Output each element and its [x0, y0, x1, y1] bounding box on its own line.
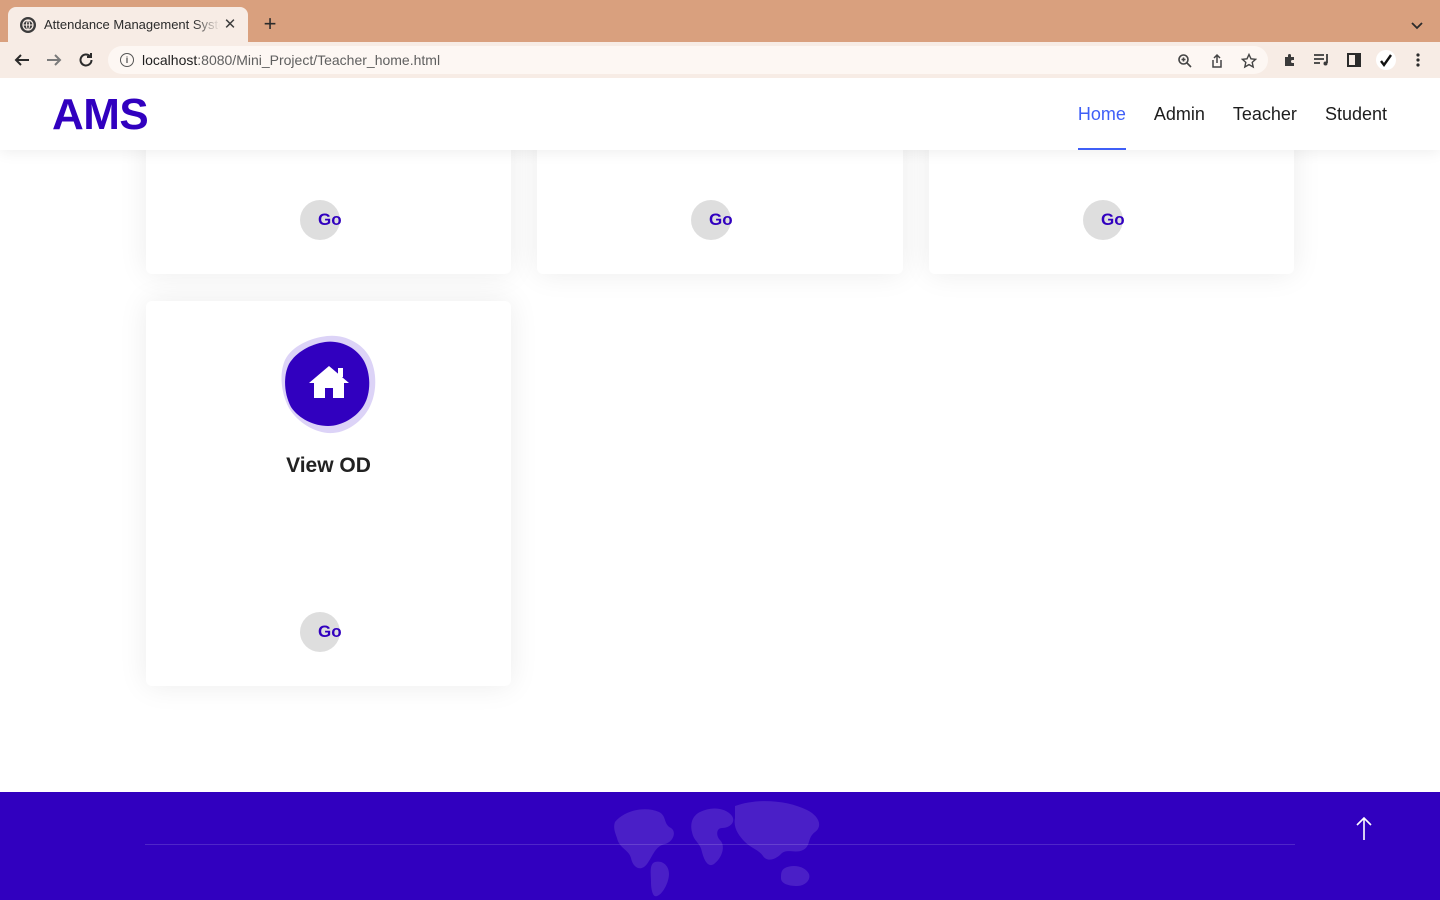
house-icon: [279, 334, 379, 434]
go-button[interactable]: Go: [691, 200, 733, 240]
nav-student[interactable]: Student: [1325, 78, 1387, 150]
side-panel-icon[interactable]: [1345, 51, 1363, 69]
globe-icon: [20, 16, 36, 33]
chevron-down-icon[interactable]: [1406, 14, 1428, 36]
footer-divider: [145, 844, 1295, 845]
close-tab-icon[interactable]: ✕: [222, 17, 238, 33]
go-button[interactable]: Go: [300, 612, 342, 652]
main-nav: Home Admin Teacher Student: [1050, 78, 1387, 150]
card-title: View OD: [286, 454, 371, 477]
footer: [0, 792, 1440, 900]
new-tab-button[interactable]: +: [258, 12, 282, 36]
page-content: Go Go Go View OD Go AMS Home Admin Teach…: [0, 78, 1440, 900]
more-menu-icon[interactable]: [1409, 51, 1427, 69]
go-button[interactable]: Go: [300, 200, 342, 240]
profile-avatar-icon[interactable]: [1376, 50, 1396, 70]
site-info-icon[interactable]: i: [120, 53, 134, 67]
world-map-icon: [614, 801, 820, 897]
go-button[interactable]: Go: [1083, 200, 1125, 240]
url-text: localhost:8080/Mini_Project/Teacher_home…: [142, 52, 441, 68]
tab-title: Attendance Management System: [44, 17, 220, 32]
share-icon[interactable]: [1208, 52, 1226, 70]
back-arrow-icon[interactable]: [10, 48, 34, 72]
browser-tab-strip: Attendance Management System ✕ +: [0, 0, 1440, 42]
address-bar[interactable]: i localhost:8080/Mini_Project/Teacher_ho…: [108, 46, 1268, 74]
forward-arrow-icon[interactable]: [42, 48, 66, 72]
browser-tab[interactable]: Attendance Management System ✕: [8, 7, 248, 42]
back-to-top-arrow-icon[interactable]: [1350, 814, 1378, 842]
site-logo[interactable]: AMS: [52, 90, 149, 140]
bookmark-star-icon[interactable]: [1240, 52, 1258, 70]
nav-home[interactable]: Home: [1077, 78, 1126, 150]
media-queue-icon[interactable]: [1313, 51, 1331, 69]
extensions-puzzle-icon[interactable]: [1281, 51, 1299, 69]
nav-admin[interactable]: Admin: [1154, 78, 1205, 150]
zoom-icon[interactable]: [1176, 52, 1194, 70]
browser-toolbar: i localhost:8080/Mini_Project/Teacher_ho…: [0, 42, 1440, 78]
nav-teacher[interactable]: Teacher: [1233, 78, 1297, 150]
reload-icon[interactable]: [74, 48, 98, 72]
site-header: AMS Home Admin Teacher Student: [0, 78, 1440, 150]
view-od-card: View OD Go: [146, 301, 511, 686]
